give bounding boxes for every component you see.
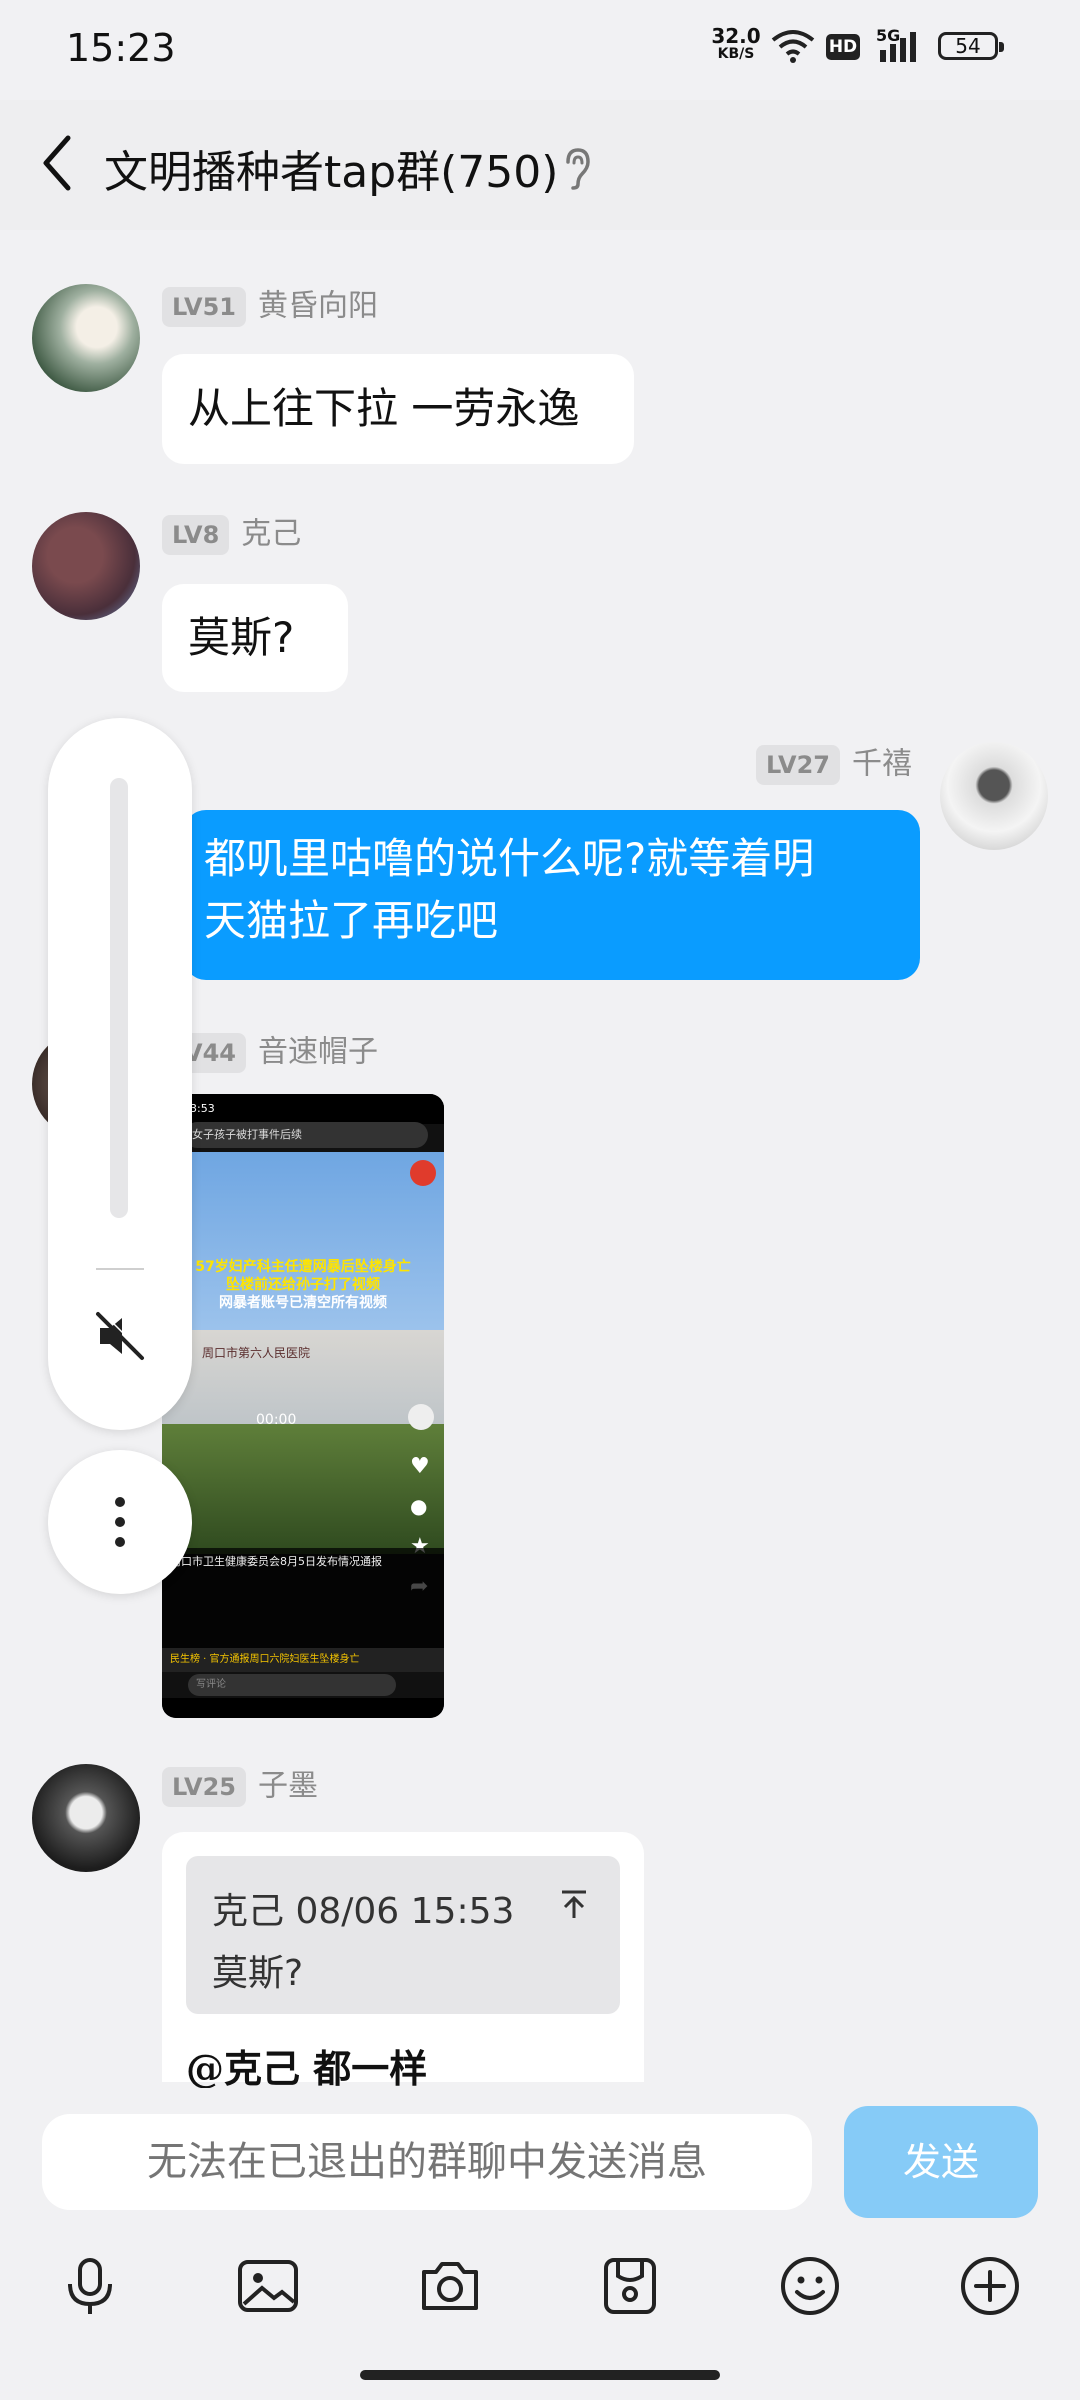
video-timer: 00:00 bbox=[256, 1412, 297, 1428]
video-headline-1: 57岁妇产科主任遭网暴后坠楼身亡 bbox=[195, 1259, 411, 1275]
video-headline-2: 坠楼前还给孙子打了视频 bbox=[226, 1277, 380, 1293]
level-badge: LV27 bbox=[756, 744, 840, 785]
avatar[interactable] bbox=[32, 512, 140, 620]
plus-icon[interactable] bbox=[958, 2254, 1022, 2318]
video-headline-3: 网暴者账号已清空所有视频 bbox=[219, 1295, 387, 1311]
volume-panel[interactable] bbox=[48, 718, 192, 1430]
video-badge-icon bbox=[410, 1160, 436, 1186]
battery-icon: 54 bbox=[938, 32, 1004, 60]
message-bubble[interactable]: 莫斯? bbox=[162, 584, 348, 692]
video-sign: 周口市第六人民医院 bbox=[202, 1346, 311, 1360]
sender-meta: LV44 音速帽子 bbox=[162, 1030, 378, 1074]
message-bubble-self[interactable]: 都叽里咕噜的说什么呢?就等着明 天猫拉了再吃吧 bbox=[184, 810, 920, 980]
avatar[interactable] bbox=[32, 1764, 140, 1872]
signal-icon bbox=[880, 32, 916, 62]
video-search-bar: 女子孩子被打事件后续 bbox=[184, 1122, 428, 1148]
image-icon[interactable] bbox=[236, 2254, 300, 2318]
sender-meta: LV8 克己 bbox=[162, 512, 301, 556]
comment-input[interactable]: 写评论 bbox=[188, 1674, 396, 1696]
network-speed-value: 32.0 bbox=[711, 24, 761, 48]
author-avatar-icon[interactable] bbox=[408, 1404, 434, 1430]
jump-to-top-icon[interactable] bbox=[556, 1886, 592, 1922]
more-vertical-icon bbox=[115, 1497, 125, 1547]
mic-icon[interactable] bbox=[58, 2254, 122, 2318]
message-line: 天猫拉了再吃吧 bbox=[204, 896, 499, 945]
emoji-icon[interactable] bbox=[778, 2254, 842, 2318]
sender-name: 音速帽子 bbox=[257, 1034, 378, 1070]
send-button[interactable]: 发送 bbox=[844, 2106, 1038, 2218]
comment-icon[interactable]: ● bbox=[410, 1494, 427, 1518]
mention-text: @克己 都一样 bbox=[186, 2046, 428, 2091]
status-time: 15:23 bbox=[66, 26, 176, 70]
sender-name: 子墨 bbox=[257, 1768, 318, 1804]
level-badge: LV25 bbox=[162, 1766, 246, 1807]
home-indicator[interactable] bbox=[360, 2370, 720, 2380]
sender-meta: LV51 黄昏向阳 bbox=[162, 284, 378, 328]
quoted-message[interactable]: 克己 08/06 15:53 莫斯? bbox=[186, 1856, 620, 2014]
sender-name: 克己 bbox=[241, 516, 302, 552]
avatar[interactable] bbox=[32, 284, 140, 392]
message-input[interactable] bbox=[42, 2114, 812, 2210]
like-icon[interactable]: ♥ bbox=[410, 1454, 430, 1479]
mute-icon[interactable] bbox=[92, 1308, 148, 1364]
video-caption: 周口市卫生健康委员会8月5日发布情况通报 bbox=[170, 1555, 382, 1568]
network-speed-unit: KB/S bbox=[717, 46, 755, 62]
sender-meta: LV27 千禧 bbox=[756, 742, 912, 786]
more-options-button[interactable] bbox=[48, 1450, 192, 1594]
video-bottom-banner: 民生榜 · 官方通报周口六院妇医生坠楼身亡 bbox=[162, 1648, 444, 1672]
message-line: 都叽里咕噜的说什么呢?就等着明 bbox=[204, 834, 815, 883]
volume-divider bbox=[96, 1268, 144, 1270]
ear-icon[interactable] bbox=[560, 146, 596, 190]
quote-text: 莫斯? bbox=[212, 1953, 304, 1994]
status-bar: 15:23 32.0 KB/S HD 5G 54 bbox=[0, 0, 1080, 100]
message-bubble[interactable]: 从上往下拉 一劳永逸 bbox=[162, 354, 634, 464]
wifi-icon bbox=[771, 30, 815, 63]
level-badge: LV51 bbox=[162, 286, 246, 327]
video-message[interactable]: 3:53 女子孩子被打事件后续 57岁妇产科主任遭网暴后坠楼身亡 坠楼前还给孙子… bbox=[162, 1094, 444, 1718]
level-badge: LV8 bbox=[162, 514, 230, 555]
video-grass bbox=[162, 1424, 444, 1554]
sender-name: 千禧 bbox=[851, 746, 912, 782]
sender-meta: LV25 子墨 bbox=[162, 1764, 318, 1808]
quote-header: 克己 08/06 15:53 bbox=[212, 1891, 515, 1932]
sticker-icon[interactable] bbox=[598, 2254, 662, 2318]
sender-name: 黄昏向阳 bbox=[257, 288, 378, 324]
avatar[interactable] bbox=[940, 742, 1048, 850]
network-speed: 32.0 KB/S bbox=[708, 26, 764, 62]
hd-badge: HD bbox=[826, 34, 860, 60]
volume-slider[interactable] bbox=[110, 778, 128, 1218]
video-nav-bar bbox=[162, 1698, 444, 1718]
chat-title: 文明播种者tap群(750) bbox=[104, 147, 559, 198]
video-status-bar: 3:53 bbox=[162, 1094, 444, 1124]
camera-icon[interactable] bbox=[418, 2254, 482, 2318]
reply-message-bubble[interactable]: 克己 08/06 15:53 莫斯? @克己 都一样 bbox=[162, 1832, 644, 2091]
back-icon[interactable] bbox=[36, 128, 76, 198]
